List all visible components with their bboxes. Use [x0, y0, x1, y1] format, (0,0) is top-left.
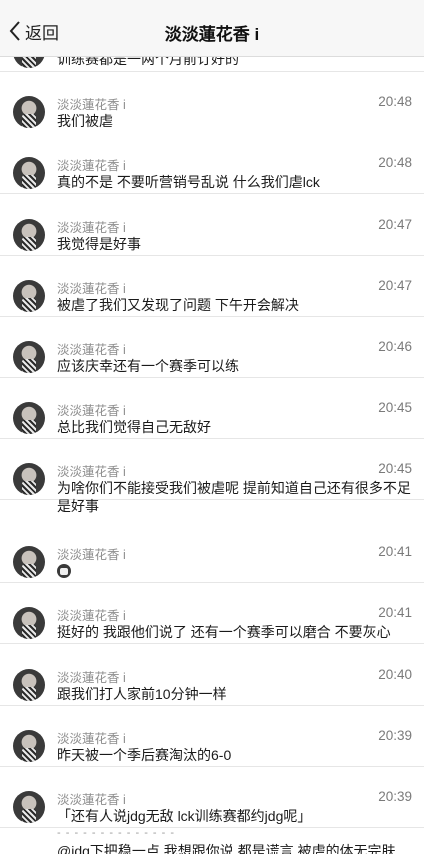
- sender-name: 淡淡蓮花香 i: [57, 221, 126, 235]
- list-item[interactable]: 淡淡蓮花香 i 20:46 应该庆幸还有一个赛季可以练: [0, 317, 424, 378]
- message-text: 为啥你们不能接受我们被虐呢 提前知道自己还有很多不足是好事: [57, 480, 411, 514]
- list-item[interactable]: 淡淡蓮花香 i 20:48 我们被虐: [0, 72, 424, 133]
- sender-name: 淡淡蓮花香 i: [57, 343, 126, 357]
- message-text: 昨天被一个季后赛淘汰的6-0: [57, 747, 232, 763]
- message-text: 我觉得是好事: [57, 236, 141, 252]
- avatar[interactable]: [13, 219, 45, 251]
- timestamp: 20:46: [378, 339, 412, 354]
- sender-name: 淡淡蓮花香 i: [57, 732, 126, 746]
- avatar[interactable]: [13, 607, 45, 639]
- timestamp: 20:48: [378, 155, 412, 170]
- avatar[interactable]: [13, 280, 45, 312]
- list-item[interactable]: 淡淡蓮花香 i 20:45 总比我们觉得自己无敌好: [0, 378, 424, 439]
- list-item[interactable]: 淡淡蓮花香 i 20:41: [0, 522, 424, 582]
- list-item[interactable]: 淡淡蓮花香 i 20:45 为啥你们不能接受我们被虐呢 提前知道自己还有很多不足…: [0, 439, 424, 519]
- avatar[interactable]: [13, 402, 45, 434]
- sender-name: 淡淡蓮花香 i: [57, 98, 126, 112]
- list-item[interactable]: 淡淡蓮花香 i 20:39 昨天被一个季后赛淘汰的6-0: [0, 706, 424, 767]
- message-text: 「还有人说jdg无敌 lck训练赛都约jdg呢」: [57, 808, 312, 824]
- timestamp: 20:45: [378, 461, 412, 476]
- message-text: 我们被虐: [57, 113, 113, 129]
- sender-name: 淡淡蓮花香 i: [57, 282, 126, 296]
- avatar[interactable]: [13, 669, 45, 701]
- timestamp: 20:47: [378, 278, 412, 293]
- list-item[interactable]: 淡淡蓮花香 i 20:41 挺好的 我跟他们说了 还有一个赛季可以磨合 不要灰心: [0, 583, 424, 644]
- list-item[interactable]: 淡淡蓮花香 i 20:47 我觉得是好事: [0, 195, 424, 256]
- avatar[interactable]: [13, 546, 45, 578]
- list-item[interactable]: 淡淡蓮花香 i 20:40 跟我们打人家前10分钟一样: [0, 645, 424, 706]
- avatar: [13, 56, 45, 68]
- sender-name: 淡淡蓮花香 i: [57, 159, 126, 173]
- list-item[interactable]: 淡淡蓮花香 i 20:39 「还有人说jdg无敌 lck训练赛都约jdg呢」 -…: [0, 767, 424, 854]
- quote-divider: - - - - - - - - - - - - - -: [57, 827, 176, 839]
- message-text: 跟我们打人家前10分钟一样: [57, 686, 227, 702]
- face-emoji-icon: [57, 564, 71, 578]
- avatar[interactable]: [13, 96, 45, 128]
- message-list[interactable]: 训练赛都是一两个月前订好的 淡淡蓮花香 i 20:48 我们被虐 淡淡蓮花香 i…: [0, 56, 424, 854]
- message-text: 训练赛都是一两个月前订好的: [57, 56, 239, 67]
- message-text: 真的不是 不要听营销号乱说 什么我们虐lck: [57, 174, 320, 190]
- navigation-bar: 返回 淡淡蓮花香 i: [0, 0, 424, 57]
- sender-name: 淡淡蓮花香 i: [57, 404, 126, 418]
- avatar[interactable]: [13, 730, 45, 762]
- timestamp: 20:41: [378, 605, 412, 620]
- message-text: 挺好的 我跟他们说了 还有一个赛季可以磨合 不要灰心: [57, 624, 391, 640]
- avatar[interactable]: [13, 157, 45, 189]
- avatar[interactable]: [13, 341, 45, 373]
- sender-name: 淡淡蓮花香 i: [57, 671, 126, 685]
- avatar[interactable]: [13, 791, 45, 823]
- message-text: 总比我们觉得自己无敌好: [57, 419, 211, 435]
- sender-name: 淡淡蓮花香 i: [57, 465, 126, 479]
- timestamp: 20:40: [378, 667, 412, 682]
- timestamp: 20:41: [378, 544, 412, 559]
- timestamp: 20:47: [378, 217, 412, 232]
- timestamp: 20:45: [378, 400, 412, 415]
- sender-name: 淡淡蓮花香 i: [57, 793, 126, 807]
- message-text: 应该庆幸还有一个赛季可以练: [57, 358, 239, 374]
- timestamp: 20:39: [378, 789, 412, 804]
- list-item[interactable]: 淡淡蓮花香 i 20:48 真的不是 不要听营销号乱说 什么我们虐lck: [0, 133, 424, 194]
- message-text: 被虐了我们又发现了问题 下午开会解决: [57, 297, 299, 313]
- timestamp: 20:48: [378, 94, 412, 109]
- page-title: 淡淡蓮花香 i: [164, 25, 260, 44]
- sender-name: 淡淡蓮花香 i: [57, 548, 126, 562]
- avatar[interactable]: [13, 463, 45, 495]
- list-item-partial: 训练赛都是一两个月前订好的: [0, 56, 424, 71]
- timestamp: 20:39: [378, 728, 412, 743]
- reply-text: @jdg下把稳一点 我想跟你说 都是谎言 被虐的体无完肤: [57, 843, 396, 854]
- list-item[interactable]: 淡淡蓮花香 i 20:47 被虐了我们又发现了问题 下午开会解决: [0, 256, 424, 317]
- sender-name: 淡淡蓮花香 i: [57, 609, 126, 623]
